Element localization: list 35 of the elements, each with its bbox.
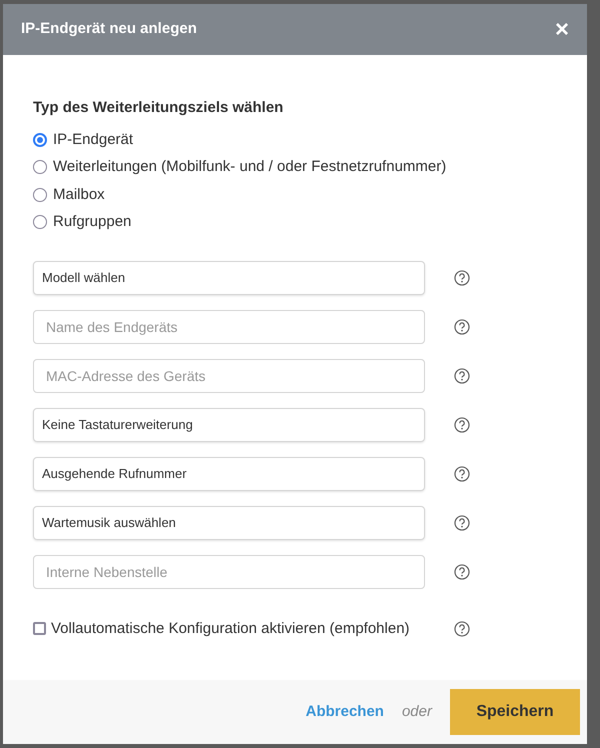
dialog-title: IP-Endgerät neu anlegen bbox=[21, 19, 197, 40]
radio-option[interactable]: Rufgruppen bbox=[33, 211, 132, 234]
select-field[interactable]: Keine Tastaturerweiterung bbox=[33, 408, 425, 442]
help-icon[interactable] bbox=[454, 416, 470, 432]
help-icon[interactable] bbox=[454, 564, 470, 580]
input-field[interactable]: Interne Nebenstelle bbox=[33, 554, 425, 588]
radio-button[interactable] bbox=[33, 215, 47, 230]
input-field[interactable]: Name des Endgeräts bbox=[33, 310, 425, 344]
select-field[interactable]: Ausgehende Rufnummer bbox=[33, 456, 425, 490]
help-icon[interactable] bbox=[454, 368, 470, 384]
checkbox-option[interactable]: Vollautomatische Konfiguration aktivieren (empfohlen) bbox=[33, 618, 425, 640]
radio-button[interactable] bbox=[33, 132, 47, 147]
radio-label: IP-Endgerät bbox=[53, 130, 134, 150]
help-icon[interactable] bbox=[454, 466, 470, 482]
help-icon[interactable] bbox=[454, 270, 470, 286]
save-button[interactable]: Speichern bbox=[450, 689, 580, 735]
radio-button[interactable] bbox=[33, 188, 47, 202]
section-heading: Typ des Weiterleitungsziels wählen bbox=[33, 98, 284, 118]
radio-label: Weiterleitungen (Mobilfunk- und / oder Festnetzrufnummer) bbox=[53, 157, 446, 177]
radio-option[interactable]: Weiterleitungen (Mobilfunk- und / oder Festnetzrufnummer) bbox=[33, 156, 446, 178]
input-field[interactable]: MAC-Adresse des Geräts bbox=[33, 358, 425, 392]
separator-text: oder bbox=[402, 702, 432, 722]
select-field[interactable]: Wartemusik auswählen bbox=[33, 506, 425, 540]
help-icon[interactable] bbox=[454, 620, 470, 637]
radio-button[interactable] bbox=[33, 160, 47, 174]
select-field[interactable]: Modell wählen bbox=[33, 260, 425, 294]
checkbox-label: Vollautomatische Konfiguration aktivieren (empfohlen) bbox=[51, 618, 410, 638]
radio-label: Mailbox bbox=[53, 184, 105, 204]
checkbox[interactable] bbox=[33, 622, 46, 636]
close-button[interactable]: × bbox=[554, 18, 569, 42]
radio-option[interactable]: Mailbox bbox=[33, 184, 105, 206]
help-icon[interactable] bbox=[454, 318, 470, 334]
radio-option[interactable]: IP-Endgerät bbox=[33, 128, 134, 151]
radio-label: Rufgruppen bbox=[53, 212, 132, 232]
help-icon[interactable] bbox=[454, 514, 470, 530]
